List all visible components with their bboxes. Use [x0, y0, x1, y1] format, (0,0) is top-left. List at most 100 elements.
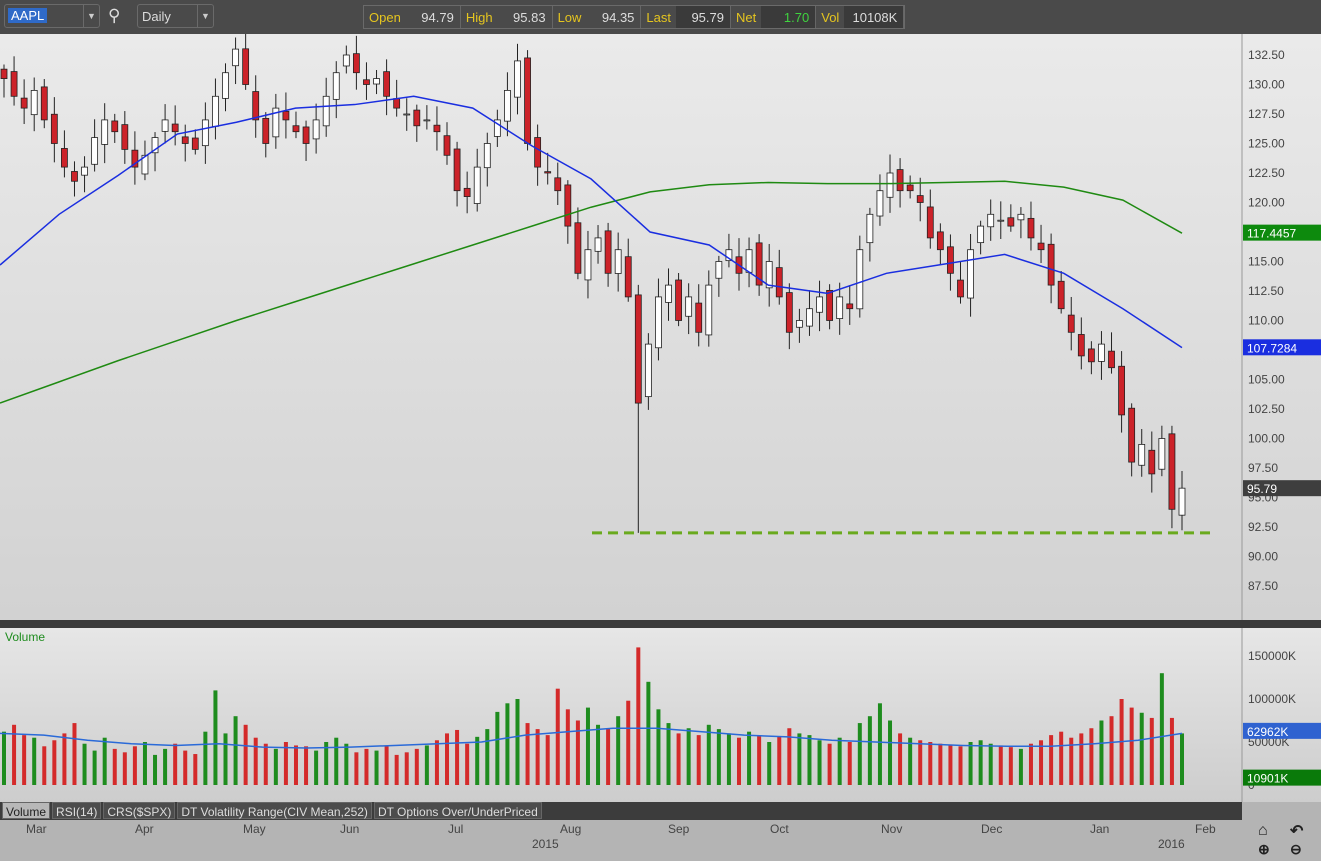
candle-body	[332, 72, 340, 100]
search-icon[interactable]: ⚲	[108, 6, 120, 26]
volume-bar	[716, 729, 721, 785]
candle	[655, 278, 662, 361]
volume-bar	[52, 740, 57, 785]
volume-bar	[545, 735, 550, 785]
candle-body	[977, 225, 985, 244]
quote-value-net: 1.70	[761, 6, 817, 28]
candle	[352, 35, 360, 90]
candle	[846, 285, 854, 325]
volume-bar	[908, 737, 913, 785]
quote-bar: Open 94.79 High 95.83 Low 94.35 Last 95.79 Net 1.…	[363, 5, 906, 29]
volume-bar	[857, 723, 862, 785]
candle	[181, 124, 189, 162]
quote-value-low: 94.35	[586, 6, 642, 28]
candle	[40, 79, 48, 129]
candle-body	[232, 48, 239, 67]
volume-bar	[1169, 717, 1174, 785]
volume-bar	[92, 750, 97, 785]
volume-bar	[656, 709, 661, 785]
candle-body	[574, 222, 582, 274]
zoom-out-icon[interactable]: ⊖	[1290, 841, 1302, 858]
candle	[806, 290, 813, 336]
volume-bar	[596, 724, 601, 785]
tab-crs-spx-[interactable]: CRS($SPX)	[103, 802, 176, 819]
volume-bar	[364, 748, 369, 785]
volume-bar	[344, 743, 349, 785]
tab-rsi-14-[interactable]: RSI(14)	[52, 802, 102, 819]
candle	[423, 105, 431, 130]
pane-divider[interactable]	[0, 620, 1321, 628]
candle	[725, 233, 733, 268]
candle	[373, 70, 380, 95]
tab-volume[interactable]: Volume	[2, 802, 51, 819]
volume-bar	[324, 742, 329, 785]
volume-bar	[424, 745, 429, 785]
volume-pane[interactable]: 150000K100000K50000K062962K10901K Volume	[0, 628, 1321, 802]
home-icon[interactable]: ⌂	[1258, 822, 1268, 840]
candle-body	[886, 172, 894, 198]
volume-bar	[485, 729, 490, 785]
y-tick-label: 92.50	[1248, 520, 1278, 534]
candle-body	[1168, 433, 1176, 510]
tab-dt-volatility-range-civ-mean-252-[interactable]: DT Volatility Range(CIV Mean,252)	[177, 802, 372, 819]
volume-bar	[847, 742, 852, 785]
candle	[141, 140, 149, 181]
candle	[1037, 224, 1045, 263]
candle-body	[685, 296, 693, 317]
candle-body	[554, 177, 562, 192]
candle	[926, 189, 934, 249]
volume-bar	[293, 745, 298, 785]
candle	[715, 255, 723, 297]
candle-body	[383, 71, 390, 97]
y-tick-label: 100000K	[1248, 692, 1296, 706]
quote-label-low: Low	[557, 10, 582, 25]
volume-bar	[283, 742, 288, 785]
candle-body	[806, 308, 813, 327]
chevron-down-icon[interactable]: ▼	[83, 5, 99, 27]
volume-bar	[686, 728, 691, 785]
candle	[604, 222, 612, 287]
candle	[765, 243, 773, 307]
candle	[232, 37, 239, 85]
price-pane[interactable]: 132.50 130.00 127.50 125.00 122.50 120.00 117.…	[0, 30, 1321, 620]
candle	[121, 111, 129, 164]
x-tick-label: Mar	[26, 822, 47, 836]
candle-body	[524, 57, 531, 144]
candle	[222, 63, 229, 112]
candle-body	[846, 303, 854, 310]
candle	[796, 308, 803, 343]
volume-bar	[233, 716, 238, 785]
x-axis: Mar Apr May Jun Jul Aug Sep Oct Nov Dec Jan Feb 2015…	[0, 820, 1242, 861]
candle-body	[201, 119, 209, 147]
candle	[342, 45, 350, 74]
volume-bar	[877, 703, 882, 785]
candle	[1118, 351, 1125, 433]
volume-bar	[153, 754, 158, 785]
candle-body	[936, 231, 944, 251]
undo-icon[interactable]: ↶	[1290, 821, 1303, 841]
quote-label-last: Last	[646, 10, 671, 25]
toolbar: AAPL ▼ ⚲ Daily ▼ Open 94.79 High 95.83 Low 94.3…	[0, 0, 1321, 34]
candle-body	[292, 125, 300, 133]
candle	[916, 177, 924, 222]
interval-select[interactable]: Daily ▼	[137, 4, 214, 28]
zoom-in-icon[interactable]: ⊕	[1258, 841, 1270, 858]
volume-bar	[495, 711, 500, 785]
symbol-input[interactable]: AAPL ▼	[4, 4, 100, 28]
volume-bar	[837, 737, 842, 785]
candle	[50, 97, 58, 163]
candle-body	[363, 79, 370, 85]
volume-bar	[445, 733, 450, 785]
chevron-down-icon[interactable]: ▼	[197, 5, 213, 27]
candle-body	[10, 71, 18, 97]
symbol-value[interactable]: AAPL	[8, 8, 48, 23]
candle	[644, 333, 652, 410]
candle	[534, 124, 542, 186]
volume-bar	[354, 752, 359, 785]
volume-bar	[32, 737, 37, 785]
y-tick-label: 90.00	[1248, 550, 1278, 564]
tab-dt-options-over-underpriced[interactable]: DT Options Over/UnderPriced	[373, 802, 542, 819]
volume-bar	[203, 731, 208, 785]
quote-label-high: High	[465, 10, 493, 25]
candle	[10, 56, 18, 106]
